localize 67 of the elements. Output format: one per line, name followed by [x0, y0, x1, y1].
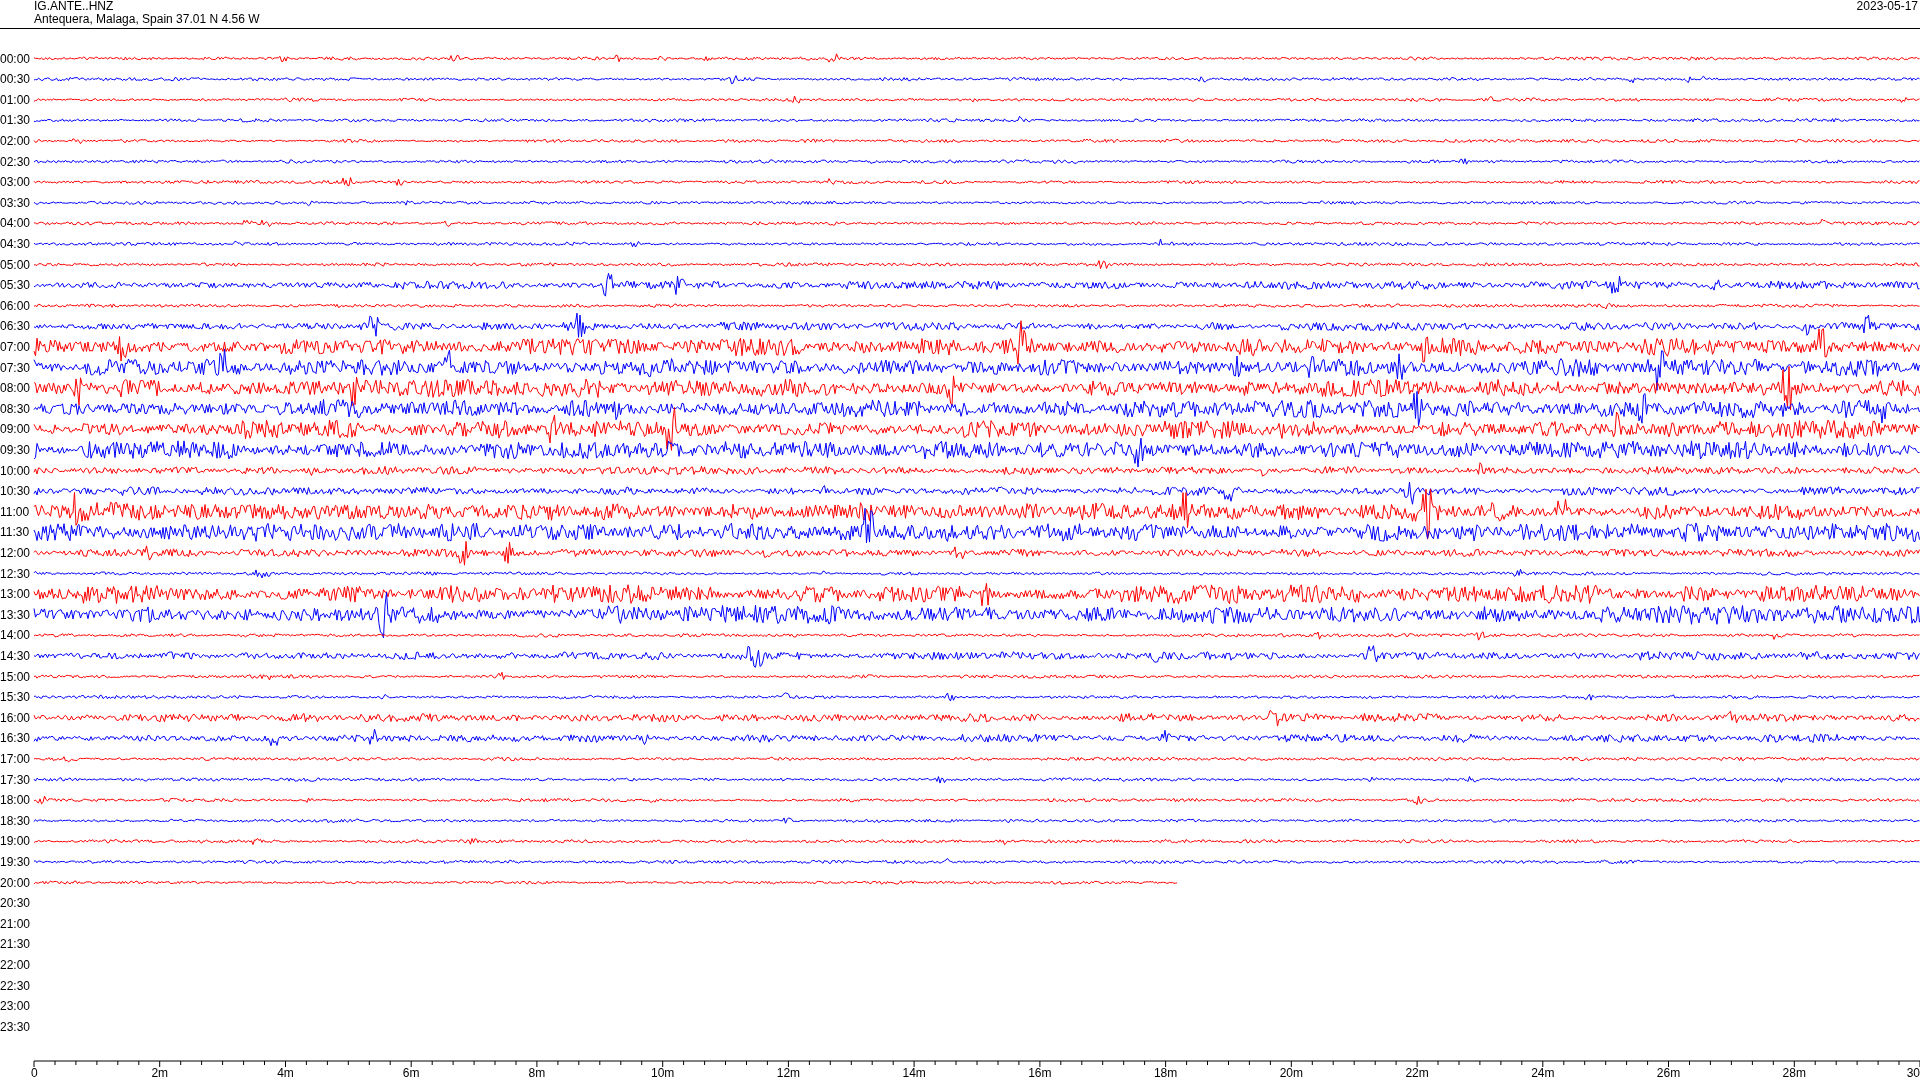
time-label: 15:30	[0, 690, 31, 705]
time-label: 02:30	[0, 154, 31, 169]
time-label: 18:00	[0, 793, 31, 808]
time-label: 19:30	[0, 854, 31, 869]
time-label: 17:30	[0, 772, 31, 787]
time-label: 23:00	[0, 999, 31, 1014]
axis-label: 20m	[1279, 1066, 1303, 1079]
axis-label: 4m	[277, 1066, 294, 1079]
axis-label: 6m	[402, 1066, 420, 1079]
time-label: 09:00	[0, 422, 31, 437]
axis-label: 16m	[1028, 1066, 1052, 1079]
time-label: 11:00	[0, 504, 30, 519]
time-label: 07:00	[0, 339, 31, 354]
time-label: 10:30	[0, 484, 31, 499]
time-label: 06:00	[0, 298, 31, 313]
time-label: 17:00	[0, 751, 31, 766]
time-label: 02:00	[0, 133, 31, 148]
time-label: 13:30	[0, 607, 31, 622]
axis-label: 24m	[1531, 1066, 1555, 1079]
time-label: 00:00	[0, 51, 31, 66]
time-label: 05:00	[0, 257, 31, 272]
time-label: 04:00	[0, 216, 31, 231]
axis-label: 30	[1906, 1066, 1920, 1079]
time-label: 20:00	[0, 875, 31, 890]
time-label: 08:00	[0, 381, 31, 396]
axis-label: 22m	[1405, 1066, 1429, 1079]
time-label: 04:30	[0, 236, 31, 251]
time-label: 15:00	[0, 669, 31, 684]
time-label: 05:30	[0, 278, 31, 293]
time-label: 22:30	[0, 978, 31, 993]
time-label: 01:00	[0, 92, 31, 107]
time-label: 20:30	[0, 896, 31, 911]
axis-label: 18m	[1153, 1066, 1178, 1079]
time-label: 19:00	[0, 834, 31, 849]
time-label: 08:30	[0, 401, 31, 416]
time-label: 16:30	[0, 731, 31, 746]
time-label: 16:00	[0, 710, 31, 725]
time-label: 09:30	[0, 442, 31, 457]
axis-label: 12m	[776, 1066, 801, 1079]
date-label: 2023-05-17	[1856, 0, 1918, 15]
time-label: 00:30	[0, 72, 31, 87]
time-label: 13:00	[0, 587, 31, 602]
time-label: 14:30	[0, 648, 31, 663]
time-label: 12:30	[0, 566, 31, 581]
time-label: 11:30	[0, 525, 30, 540]
time-label: 22:00	[0, 957, 31, 972]
axis-label: 2m	[151, 1066, 169, 1079]
axis-label: 10m	[651, 1066, 675, 1079]
time-label: 21:00	[0, 916, 31, 931]
axis-label: 14m	[902, 1066, 926, 1079]
station-location: Antequera, Malaga, Spain 37.01 N 4.56 W	[34, 13, 260, 26]
axis-label: 0	[31, 1066, 38, 1079]
time-label: 14:00	[0, 628, 31, 643]
axis-label: 8m	[528, 1066, 546, 1079]
axis-label: 28m	[1782, 1066, 1806, 1079]
time-label: 01:30	[0, 113, 31, 128]
time-label: 23:30	[0, 1019, 31, 1034]
time-label: 03:30	[0, 195, 31, 210]
time-label: 21:30	[0, 937, 31, 952]
station-code: IG.ANTE..HNZ	[34, 0, 115, 13]
axis-label: 26m	[1656, 1066, 1681, 1079]
time-label: 18:30	[0, 813, 31, 828]
time-label: 07:30	[0, 360, 31, 375]
time-label: 10:00	[0, 463, 31, 478]
time-label: 03:00	[0, 175, 31, 190]
time-label: 12:00	[0, 545, 31, 560]
time-label: 06:30	[0, 319, 31, 334]
